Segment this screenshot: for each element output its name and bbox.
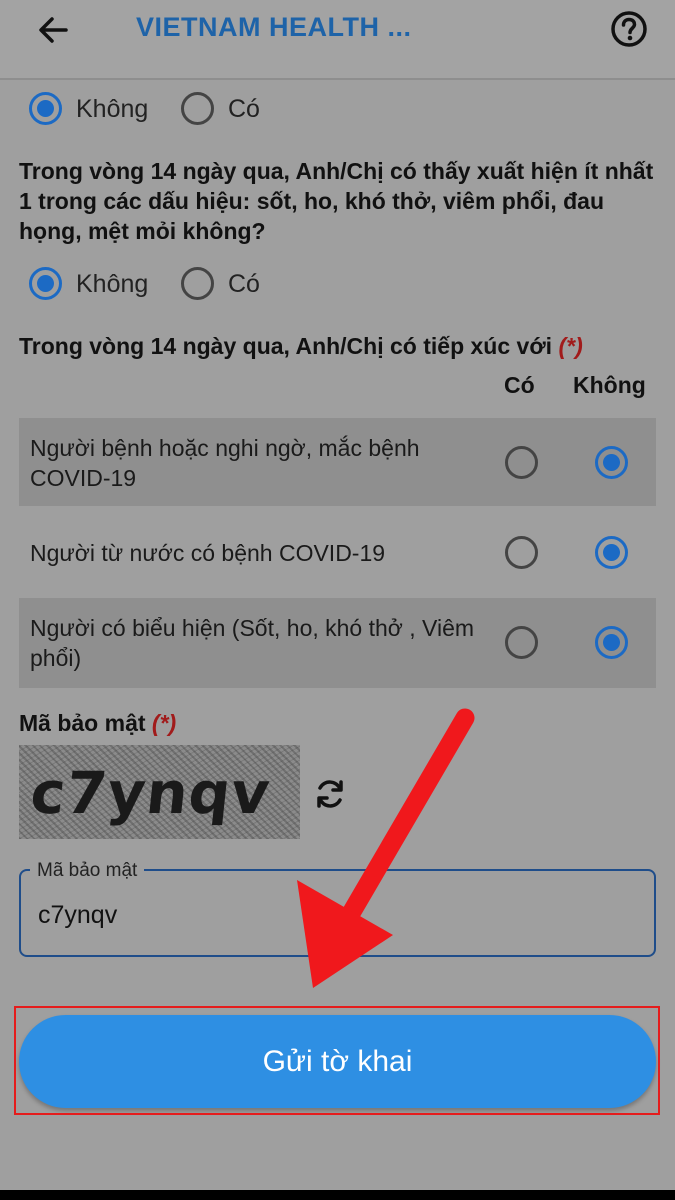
captcha-input[interactable]	[38, 898, 628, 932]
contact-row-1-radio-no[interactable]	[595, 446, 628, 479]
symptom-label-yes: Có	[228, 270, 260, 298]
captcha-heading: Mã bảo mật (*)	[19, 708, 659, 738]
symptom-radio-no[interactable]	[29, 267, 62, 300]
captcha-field-label: Mã bảo mật	[30, 860, 145, 882]
contact-row-covid-country: Người từ nước có bệnh COVID-19	[19, 508, 656, 596]
symptom-label-no: Không	[76, 270, 149, 298]
captcha-label: Mã bảo mật	[19, 710, 146, 736]
back-button[interactable]	[34, 10, 74, 50]
required-mark: (*)	[151, 710, 177, 736]
annotation-highlight-box	[14, 1006, 660, 1115]
question-circle-icon	[611, 11, 647, 47]
contact-row-2-radio-yes[interactable]	[505, 536, 538, 569]
contact-row-covid-patient: Người bệnh hoặc nghi ngờ, mắc bệnh COVID…	[19, 418, 656, 506]
contact-row-3-radio-yes[interactable]	[505, 626, 538, 659]
contact-row-label: Người có biểu hiện (Sốt, ho, khó thở , V…	[30, 615, 475, 671]
prev-question-label-yes: Có	[228, 95, 260, 123]
contact-question-title: Trong vòng 14 ngày qua, Anh/Chị có tiếp …	[19, 331, 659, 361]
arrow-left-icon	[39, 17, 68, 43]
symptom-radio-yes[interactable]	[181, 267, 214, 300]
contact-row-1-radio-yes[interactable]	[505, 446, 538, 479]
help-button[interactable]	[610, 10, 648, 48]
captcha-image-text: c7ynqv	[27, 759, 274, 827]
prev-question-radio-no[interactable]	[29, 92, 62, 125]
system-nav-bar	[0, 1190, 675, 1200]
app-title: VIETNAM HEALTH ...	[136, 12, 412, 42]
contact-row-2-radio-no[interactable]	[595, 536, 628, 569]
app-header: VIETNAM HEALTH ...	[0, 0, 675, 80]
column-header-yes: Có	[504, 372, 535, 398]
prev-question-radio-yes[interactable]	[181, 92, 214, 125]
contact-row-3-radio-no[interactable]	[595, 626, 628, 659]
captcha-image: c7ynqv	[19, 745, 300, 839]
captcha-refresh-button[interactable]	[312, 776, 348, 812]
contact-row-label: Người bệnh hoặc nghi ngờ, mắc bệnh COVID…	[30, 435, 420, 491]
contact-question-text: Trong vòng 14 ngày qua, Anh/Chị có tiếp …	[19, 333, 553, 359]
contact-row-label: Người từ nước có bệnh COVID-19	[30, 540, 386, 566]
prev-question-label-no: Không	[76, 95, 149, 123]
symptom-question-text: Trong vòng 14 ngày qua, Anh/Chị có thấy …	[19, 158, 654, 244]
column-header-no: Không	[573, 372, 646, 398]
required-mark: (*)	[558, 333, 583, 359]
contact-row-symptoms: Người có biểu hiện (Sốt, ho, khó thở , V…	[19, 598, 656, 688]
refresh-icon	[317, 780, 343, 808]
